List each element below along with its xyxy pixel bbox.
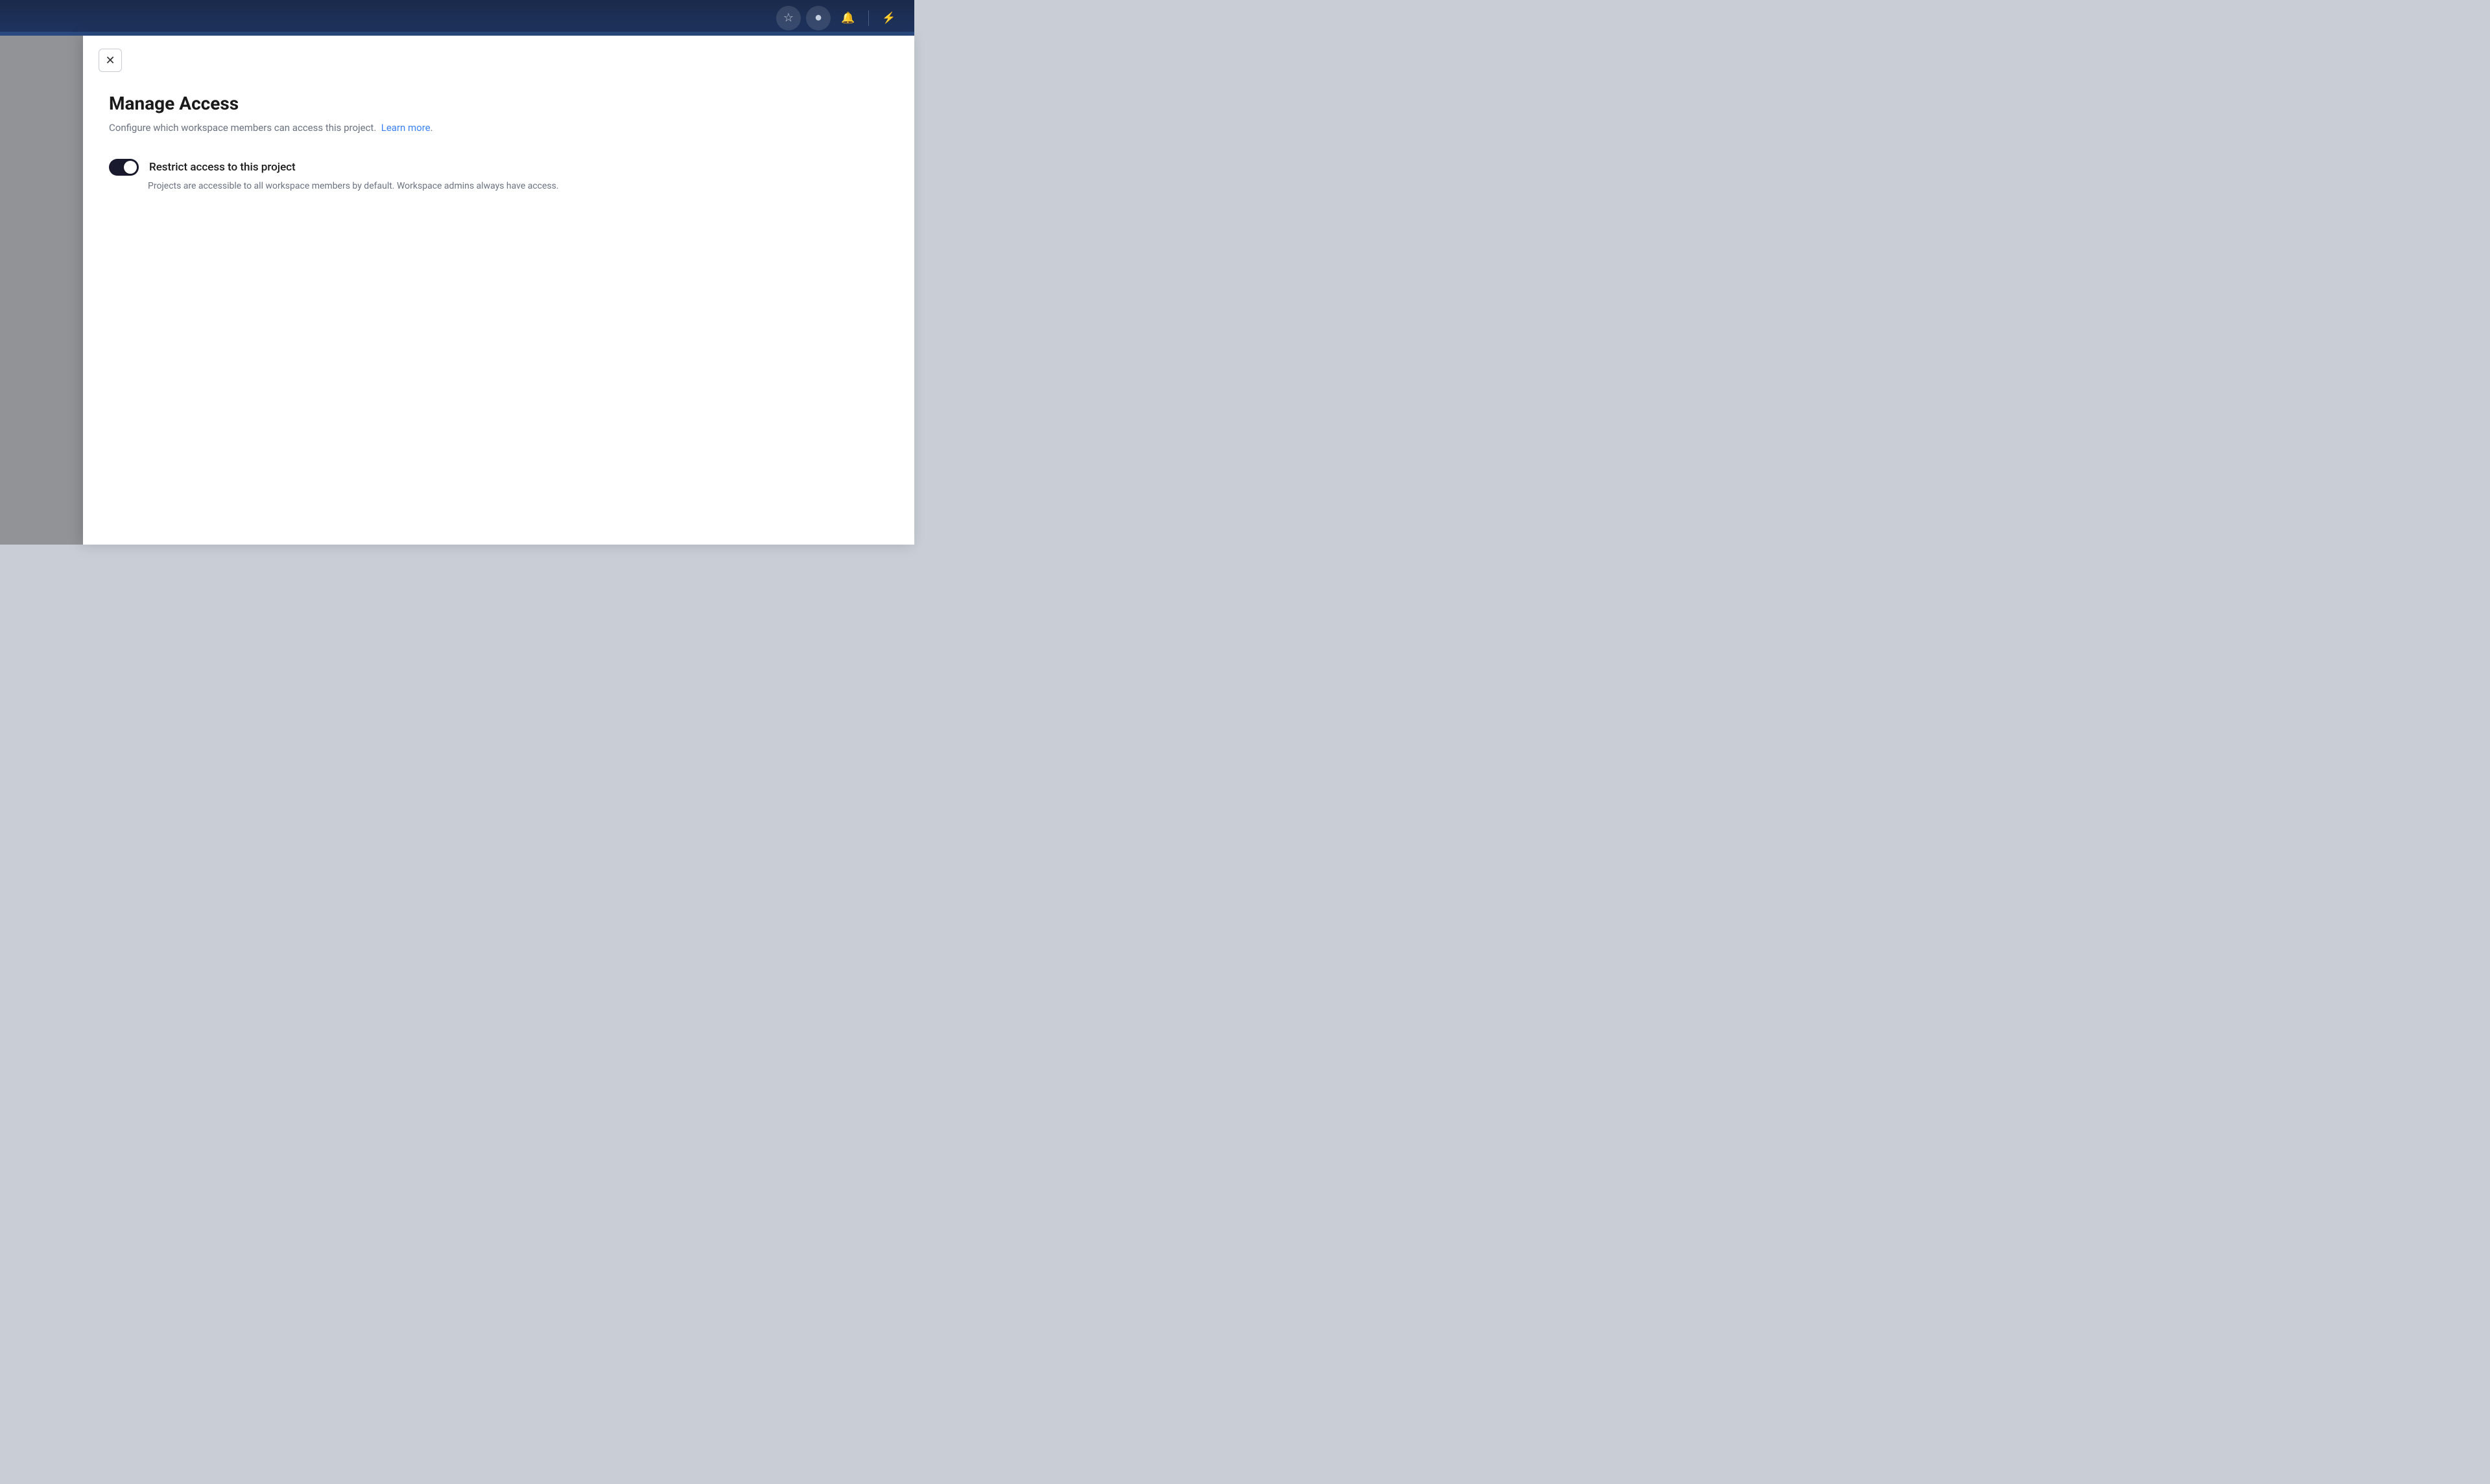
subtitle-text: Configure which workspace members can ac… xyxy=(109,122,376,134)
restrict-access-toggle[interactable] xyxy=(109,159,139,176)
flash-button[interactable]: ⚡ xyxy=(877,6,901,30)
toggle-track xyxy=(109,159,139,176)
modal-subtitle: Configure which workspace members can ac… xyxy=(109,121,888,135)
toggle-section: Restrict access to this project Projects… xyxy=(109,159,888,193)
close-button[interactable]: ✕ xyxy=(99,49,122,72)
top-nav: ☆ ● 🔔 ⚡ xyxy=(0,0,914,36)
profile-icon: ● xyxy=(814,10,822,25)
star-icon: ☆ xyxy=(783,11,794,25)
notification-button[interactable]: 🔔 xyxy=(836,6,860,30)
toggle-row: Restrict access to this project xyxy=(109,159,888,176)
star-button[interactable]: ☆ xyxy=(776,6,801,30)
modal-overlay: ✕ Manage Access Configure which workspac… xyxy=(0,36,914,545)
manage-access-modal: ✕ Manage Access Configure which workspac… xyxy=(83,36,914,545)
toggle-description: Projects are accessible to all workspace… xyxy=(148,180,888,193)
modal-title: Manage Access xyxy=(109,93,888,114)
modal-header: ✕ xyxy=(83,36,914,72)
close-icon: ✕ xyxy=(105,54,115,67)
flash-icon: ⚡ xyxy=(882,12,895,25)
nav-divider xyxy=(868,10,869,26)
toggle-label: Restrict access to this project xyxy=(149,161,296,174)
profile-button[interactable]: ● xyxy=(806,6,831,30)
learn-more-link[interactable]: Learn more xyxy=(381,122,431,134)
notification-icon: 🔔 xyxy=(841,12,855,25)
toggle-thumb xyxy=(124,161,137,174)
modal-body: Manage Access Configure which workspace … xyxy=(83,72,914,219)
